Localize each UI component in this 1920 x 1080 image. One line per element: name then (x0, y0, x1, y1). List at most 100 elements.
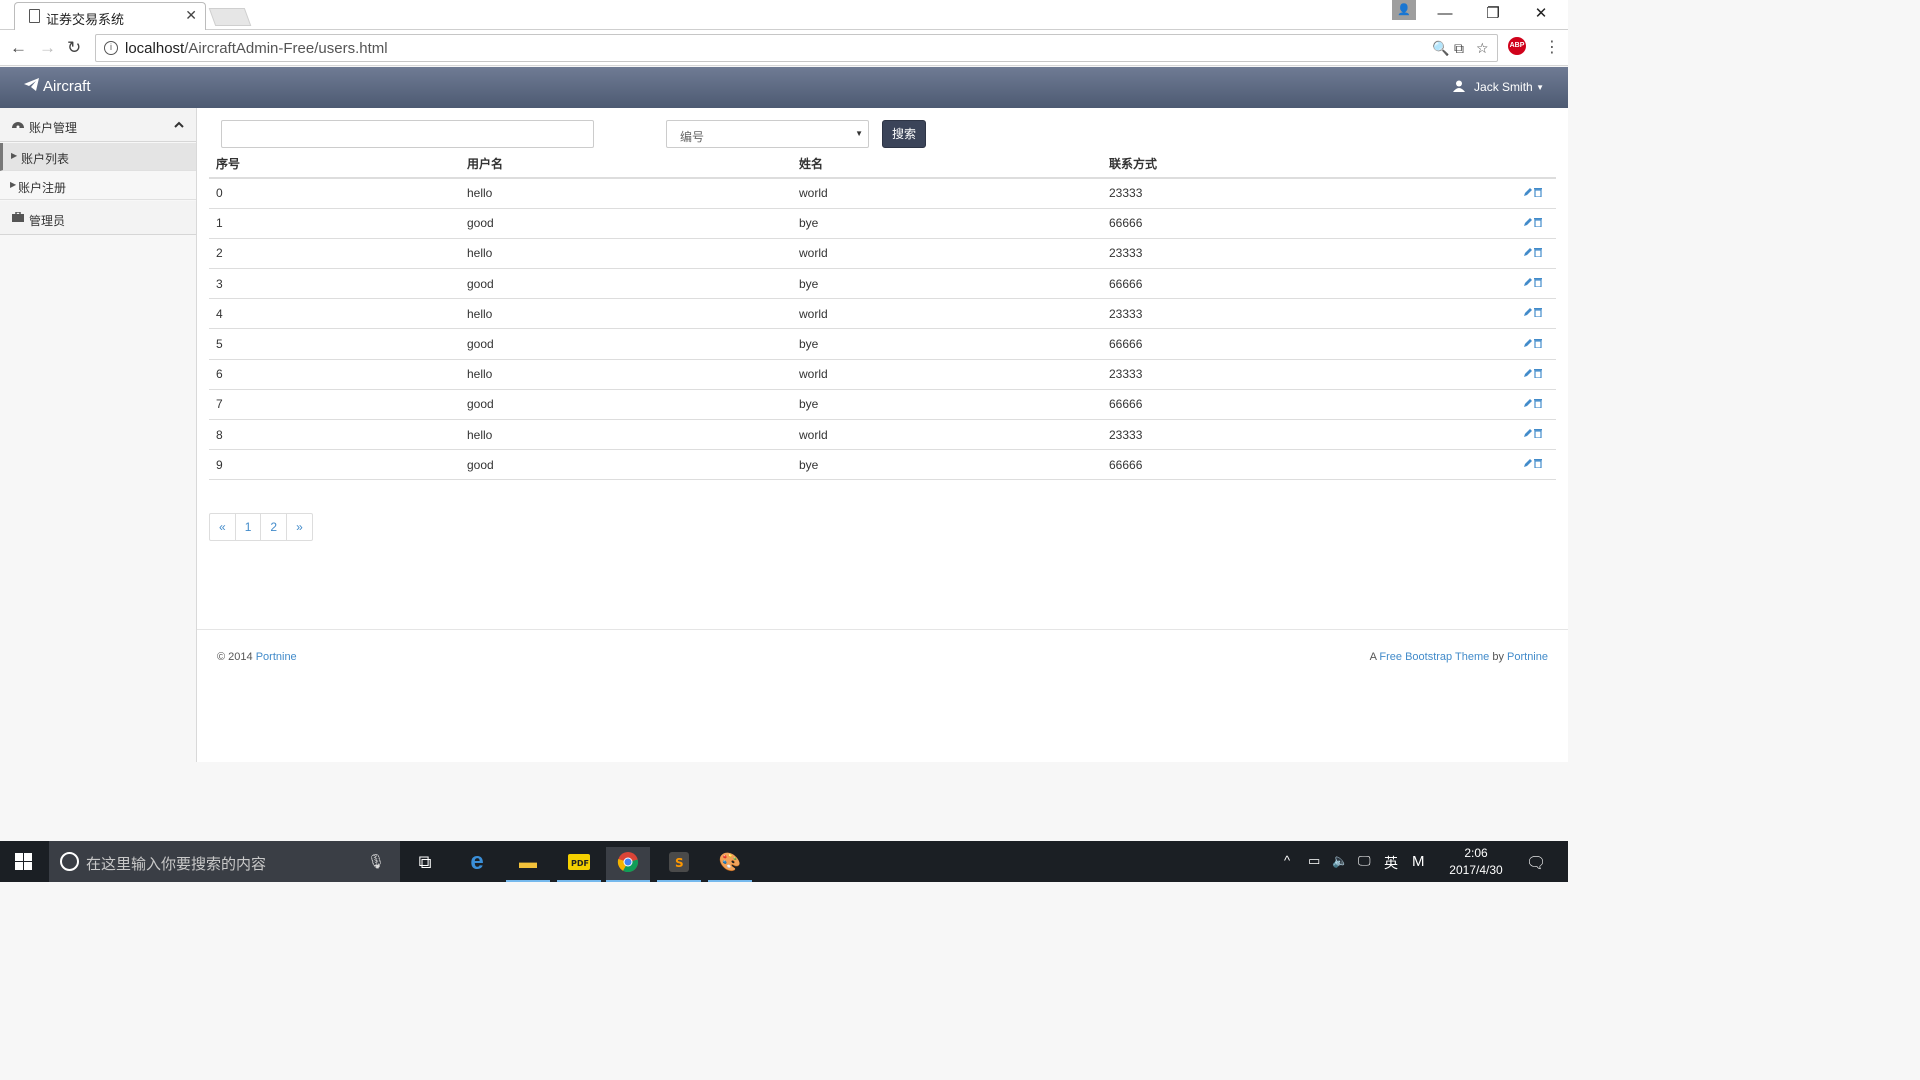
bookmark-star-icon[interactable]: ☆ (1476, 40, 1489, 57)
row-actions (1482, 359, 1556, 390)
brand-logo[interactable]: Aircraft (24, 78, 91, 95)
table-cell: 3 (209, 268, 460, 300)
user-icon (1452, 80, 1474, 94)
task-view-icon[interactable]: ⧉ (403, 847, 447, 882)
table-cell: 66666 (1102, 208, 1482, 239)
footer-credit: A Free Bootstrap Theme by Portnine (1369, 651, 1548, 663)
chevron-up-icon[interactable] (174, 117, 184, 131)
sidebar-item-account-list[interactable]: ▶ 账户列表 (0, 143, 196, 171)
table-cell: 23333 (1102, 359, 1482, 390)
footer-link-portnine-2[interactable]: Portnine (1507, 651, 1548, 663)
sublime-text-icon[interactable]: S (657, 847, 701, 882)
close-window-button[interactable]: ✕ (1518, 0, 1564, 30)
table-cell: bye (792, 449, 1102, 481)
delete-trash-icon[interactable] (1534, 459, 1542, 471)
pdf-reader-icon[interactable]: PDF (557, 847, 601, 882)
edit-pencil-icon[interactable] (1523, 187, 1533, 200)
search-field-select[interactable]: 编号 ▼ (666, 120, 869, 148)
search-input[interactable] (221, 120, 594, 148)
footer-link-theme[interactable]: Free Bootstrap Theme (1379, 651, 1489, 663)
column-header: 联系方式 (1102, 150, 1482, 179)
site-info-icon[interactable]: i (104, 41, 118, 55)
paint-app-icon[interactable]: 🎨 (708, 847, 752, 882)
translate-icon[interactable]: ⧉ (1454, 40, 1464, 57)
delete-trash-icon[interactable] (1534, 247, 1542, 260)
taskbar-clock[interactable]: 2:06 2017/4/30 (1444, 845, 1508, 879)
sidebar-group-accounts[interactable]: 账户管理 (0, 108, 196, 142)
footer-copyright: © 2014 Portnine (217, 651, 297, 663)
sidebar-item-account-register[interactable]: ▶ 账户注册 (0, 172, 196, 200)
back-icon[interactable]: ← (10, 38, 27, 58)
edit-pencil-icon[interactable] (1523, 247, 1533, 260)
taskbar-search-box[interactable]: 在这里输入你要搜索的内容 🎙 (49, 841, 400, 882)
close-tab-icon[interactable]: ✕ (185, 7, 197, 24)
delete-trash-icon[interactable] (1534, 398, 1542, 411)
table-cell: hello (460, 359, 792, 390)
reload-icon[interactable]: ↻ (67, 38, 81, 58)
table-cell: bye (792, 268, 1102, 300)
url-text[interactable]: localhost/AircraftAdmin-Free/users.html (125, 40, 388, 57)
user-menu[interactable]: Jack Smith ▼ (1452, 80, 1544, 94)
dropdown-arrow-icon: ▼ (855, 129, 863, 138)
table-cell: bye (792, 208, 1102, 239)
edit-pencil-icon[interactable] (1523, 368, 1533, 381)
chrome-browser-icon[interactable] (606, 847, 650, 882)
edit-pencil-icon[interactable] (1523, 429, 1533, 441)
table-cell: hello (460, 419, 792, 451)
edit-pencil-icon[interactable] (1523, 278, 1533, 290)
adblock-icon[interactable]: ABP (1508, 37, 1526, 55)
delete-trash-icon[interactable] (1534, 338, 1542, 351)
pagination-prev[interactable]: « (209, 513, 236, 541)
users-table: 序号 用户名 姓名 联系方式 0 hello world 23333 1 good bye 6… (209, 150, 1556, 481)
zoom-icon[interactable]: 🔍 (1432, 40, 1449, 57)
edit-pencil-icon[interactable] (1523, 217, 1533, 230)
start-button[interactable] (15, 853, 33, 871)
actions-header (1482, 150, 1556, 179)
row-actions (1482, 389, 1556, 421)
profile-icon[interactable]: 👤 (1392, 0, 1416, 20)
table-cell: 8 (209, 419, 460, 451)
delete-trash-icon[interactable] (1534, 308, 1542, 320)
sidebar-item-label: 账户注册 (18, 181, 67, 195)
sidebar-group-admin[interactable]: 管理员 (0, 201, 196, 235)
pagination-next[interactable]: » (286, 513, 313, 541)
network-icon[interactable]: 🖵 (1358, 853, 1371, 869)
new-tab-button[interactable] (208, 8, 252, 26)
browser-tab[interactable]: 证券交易系统 ✕ (14, 2, 206, 30)
cortana-icon (60, 852, 79, 871)
edge-browser-icon[interactable]: e (455, 847, 499, 882)
table-cell: 66666 (1102, 328, 1482, 360)
delete-trash-icon[interactable] (1534, 429, 1542, 441)
forward-icon[interactable]: → (39, 38, 56, 58)
battery-icon[interactable]: ▭ (1308, 853, 1320, 869)
address-bar[interactable]: i localhost/AircraftAdmin-Free/users.htm… (95, 34, 1498, 62)
edit-pencil-icon[interactable] (1523, 338, 1533, 351)
restore-button[interactable]: ❐ (1470, 0, 1516, 30)
pagination-page-2[interactable]: 2 (260, 513, 288, 541)
footer-link-portnine[interactable]: Portnine (256, 651, 297, 663)
delete-trash-icon[interactable] (1534, 187, 1542, 200)
ime-language-indicator[interactable]: 英 (1384, 853, 1398, 873)
delete-trash-icon[interactable] (1534, 368, 1542, 381)
table-cell: hello (460, 178, 792, 209)
minimize-button[interactable]: — (1422, 0, 1468, 30)
microphone-icon[interactable]: 🎙 (367, 853, 385, 870)
table-cell: world (792, 419, 1102, 451)
ime-mode-indicator[interactable]: M (1412, 853, 1425, 870)
notification-center-icon[interactable]: 🗨 (1526, 853, 1546, 873)
search-button[interactable]: 搜索 (882, 120, 926, 148)
file-explorer-icon[interactable]: ▬ (506, 847, 550, 882)
edit-pencil-icon[interactable] (1523, 308, 1533, 320)
delete-trash-icon[interactable] (1534, 217, 1542, 230)
browser-menu-icon[interactable]: ⋮ (1544, 37, 1560, 57)
edit-pencil-icon[interactable] (1523, 398, 1533, 411)
table-cell: 6 (209, 359, 460, 390)
table-cell: 23333 (1102, 298, 1482, 330)
volume-icon[interactable]: 🔈 (1332, 853, 1348, 869)
delete-trash-icon[interactable] (1534, 278, 1542, 290)
tray-overflow-icon[interactable]: ^ (1284, 853, 1290, 868)
table-cell: good (460, 328, 792, 360)
caret-down-icon: ▼ (1536, 83, 1544, 92)
edit-pencil-icon[interactable] (1523, 459, 1533, 471)
pagination-page-1[interactable]: 1 (234, 513, 262, 541)
